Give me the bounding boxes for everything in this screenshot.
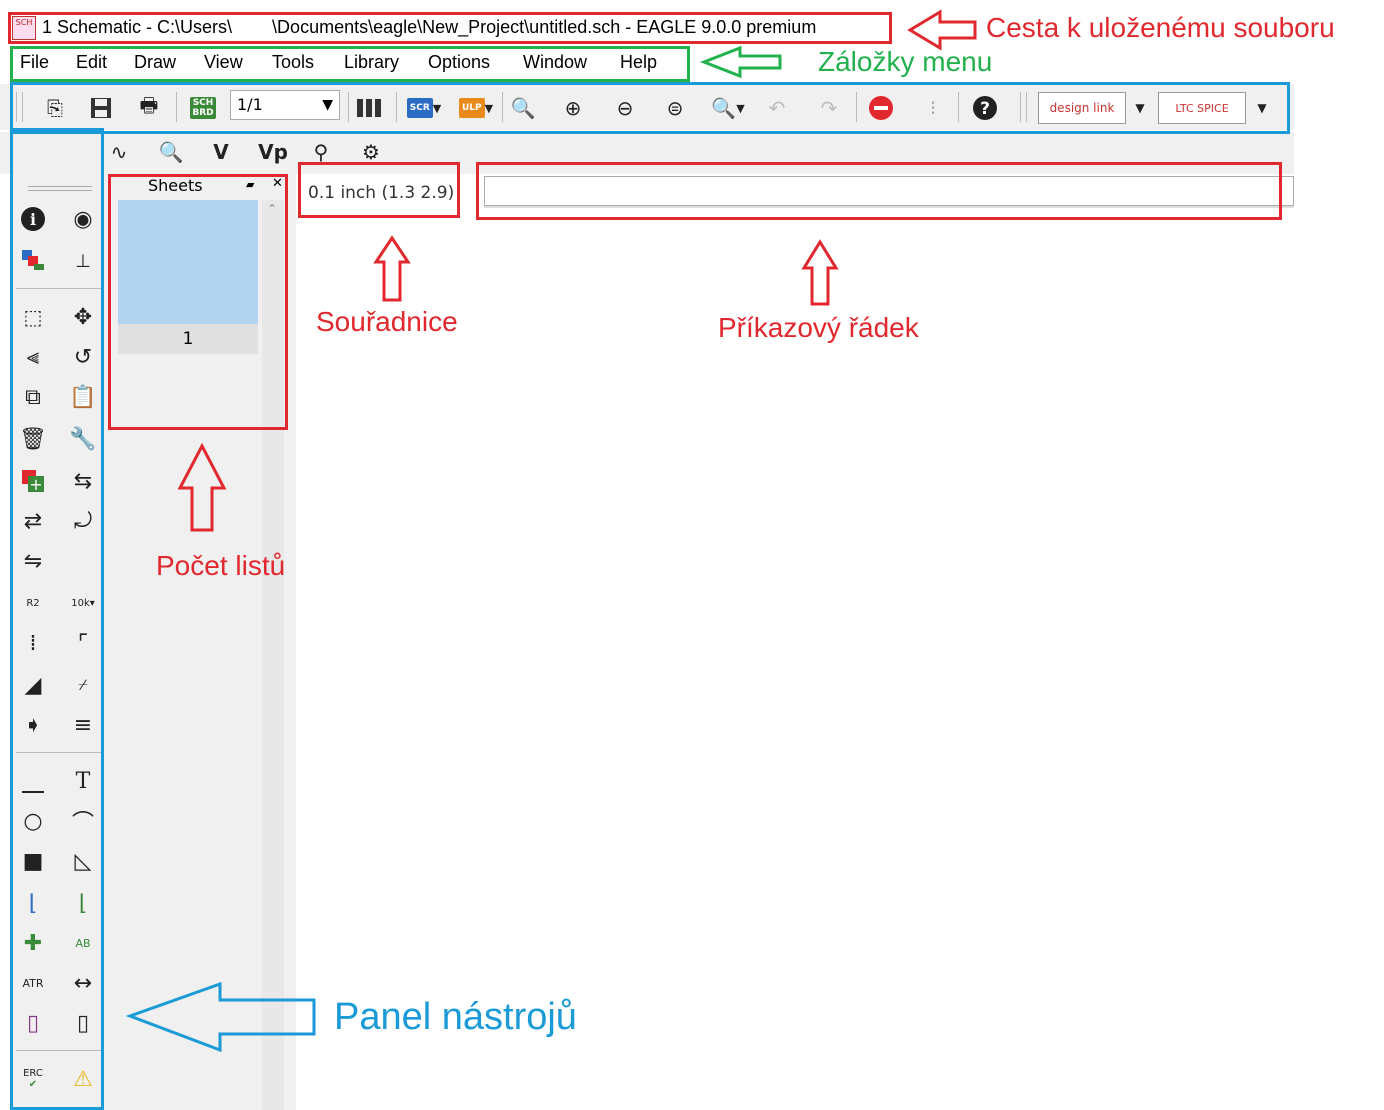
- annotation-menu-tabs: Záložky menu: [818, 46, 993, 77]
- annotation-command-line: Příkazový řádek: [718, 312, 919, 343]
- annotation-tool-panel: Panel nástrojů: [334, 996, 577, 1038]
- annotation-sheet-count: Počet listů: [156, 550, 286, 581]
- annotation-file-path: Cesta k uloženému souboru: [986, 12, 1335, 43]
- annotation-coordinates: Souřadnice: [316, 306, 458, 337]
